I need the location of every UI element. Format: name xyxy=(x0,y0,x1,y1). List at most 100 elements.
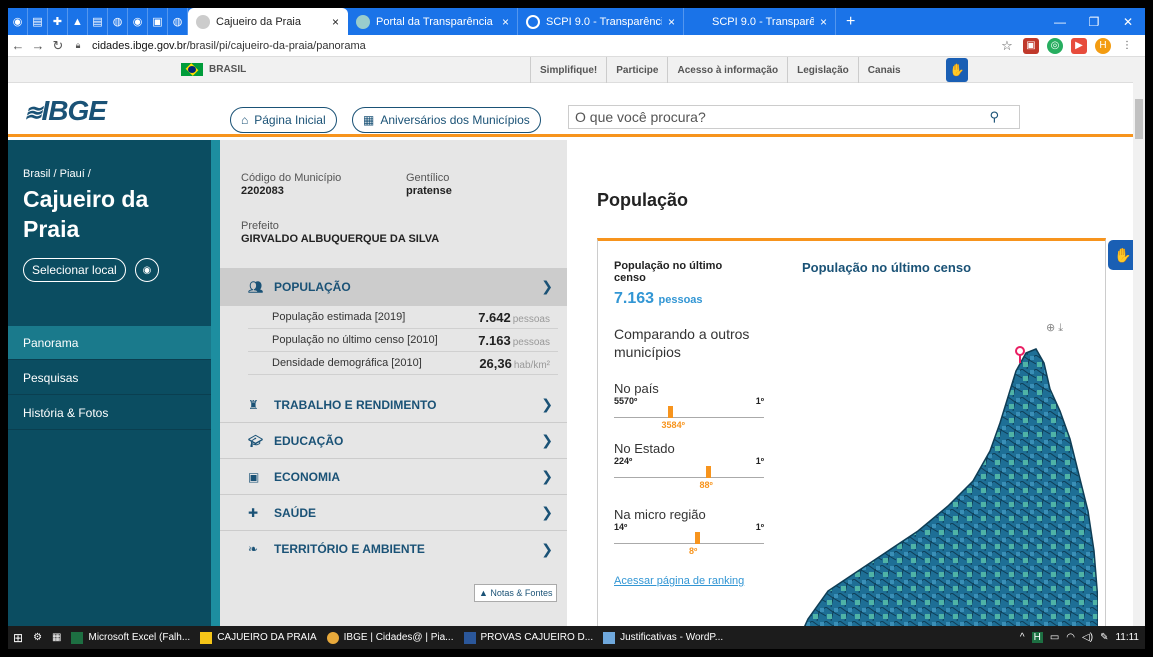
globe-icon xyxy=(196,14,210,29)
search-input[interactable]: O que você procura? ⚲ xyxy=(568,105,1020,129)
extension-green-icon[interactable]: ◎ xyxy=(1047,37,1063,54)
tab-scpi-2[interactable]: SCPI 9.0 - Transparência × xyxy=(684,8,836,35)
sidebar-item-pesquisas[interactable]: Pesquisas xyxy=(8,361,211,395)
close-window-button[interactable]: ✕ xyxy=(1111,8,1145,35)
data-row: Densidade demográfica [2010] 26,36 hab/km² xyxy=(248,352,558,375)
lock-icon[interactable]: 🔒︎ xyxy=(68,40,88,51)
download-icon[interactable]: ⤓ xyxy=(1058,322,1063,334)
pinned-tab-image[interactable]: ▣ xyxy=(148,8,168,35)
taskbar-item-chrome[interactable]: IBGE | Cidades@ | Pia... xyxy=(322,626,459,649)
pinned-tab-globe[interactable]: ◍ xyxy=(108,8,128,35)
gov-link-acesso[interactable]: Acesso à informação xyxy=(667,57,787,83)
tab-portal[interactable]: Portal da Transparência - × xyxy=(348,8,518,35)
url-field[interactable]: cidades.ibge.gov.br/brasil/pi/cajueiro-d… xyxy=(88,40,999,52)
tab-scpi-1[interactable]: SCPI 9.0 - Transparência × xyxy=(518,8,684,35)
sign-language-icon[interactable]: ✋ xyxy=(946,58,968,82)
piaui-map[interactable] xyxy=(798,341,1098,641)
close-icon[interactable]: × xyxy=(332,15,339,29)
brasil-link[interactable]: BRASIL xyxy=(181,63,246,76)
close-icon[interactable]: × xyxy=(668,15,675,29)
ranking-state: No Estado 224º 1º 88º xyxy=(614,441,764,490)
tray-app-icon[interactable]: H xyxy=(1031,632,1043,643)
chevron-right-icon: ❯ xyxy=(541,468,553,484)
settings-icon[interactable]: ⚙ xyxy=(28,626,47,649)
data-row: População estimada [2019] 7.642 pessoas xyxy=(248,306,558,329)
category-educacao[interactable]: 🎓︎ EDUCAÇÃO ❯ xyxy=(220,423,567,459)
tab-cajueiro[interactable]: Cajueiro da Praia × xyxy=(188,8,348,35)
search-icon[interactable]: ⚲ xyxy=(989,109,999,125)
restore-button[interactable]: ❐ xyxy=(1077,8,1111,35)
category-populacao[interactable]: 👥︎ POPULAÇÃO ❯ xyxy=(220,268,567,306)
category-territorio[interactable]: ❧ TERRITÓRIO E AMBIENTE ❯ xyxy=(220,531,567,567)
sidebar-item-panorama[interactable]: Panorama xyxy=(8,326,211,360)
gov-bar: BRASIL Simplifique! Participe Acesso à i… xyxy=(8,57,1133,83)
wifi-icon[interactable]: ◠ xyxy=(1066,632,1075,643)
taskbar-item-folder[interactable]: CAJUEIRO DA PRAIA xyxy=(195,626,321,649)
pinned-tab-sheets[interactable]: ✚ xyxy=(48,8,68,35)
chevron-up-icon[interactable]: ^ xyxy=(1020,632,1025,643)
reload-button[interactable]: ↻ xyxy=(48,38,68,54)
extensions: ☆ ▣ ◎ ▶ H ⋮ xyxy=(999,37,1145,54)
rank-marker xyxy=(705,466,711,478)
star-icon[interactable]: ☆ xyxy=(999,38,1015,54)
anniversary-button[interactable]: ▦ Aniversários dos Municípios xyxy=(352,107,541,133)
pinned-tab-docs[interactable]: ▤ xyxy=(28,8,48,35)
money-icon: ▣ xyxy=(248,469,260,484)
address-bar: ← → ↻ 🔒︎ cidades.ibge.gov.br/brasil/pi/c… xyxy=(8,35,1145,57)
breadcrumb[interactable]: Brasil / Piauí / xyxy=(23,168,91,180)
url-domain: cidades.ibge.gov.br xyxy=(92,39,187,52)
gov-link-simplifique[interactable]: Simplifique! xyxy=(530,57,606,83)
people-icon: 👥︎ xyxy=(248,279,264,294)
minimize-button[interactable]: — xyxy=(1043,8,1077,35)
category-saude[interactable]: ✚ SAÚDE ❯ xyxy=(220,495,567,531)
category-economia[interactable]: ▣ ECONOMIA ❯ xyxy=(220,459,567,495)
close-icon[interactable]: × xyxy=(502,15,509,29)
calculator-icon[interactable]: ▦ xyxy=(47,626,66,649)
population-card: População no último censo 7.163 pessoas … xyxy=(597,238,1106,641)
sidebar-item-historia[interactable]: História & Fotos xyxy=(8,396,211,430)
gov-link-canais[interactable]: Canais xyxy=(857,57,910,83)
location-pin-icon[interactable]: ◉ xyxy=(135,258,159,282)
taskbar: ⊞ ⚙ ▦ Microsoft Excel (Falh... CAJUEIRO … xyxy=(8,626,1145,649)
volume-icon[interactable]: ◁) xyxy=(1082,632,1093,643)
home-button[interactable]: ⌂ Página Inicial xyxy=(230,107,337,133)
pinned-tab-chrome[interactable]: ◉ xyxy=(8,8,28,35)
extension-youtube-icon[interactable]: ▶ xyxy=(1071,37,1087,54)
card-value: 7.163 pessoas xyxy=(614,290,703,307)
battery-icon[interactable]: ▭ xyxy=(1050,632,1059,643)
back-button[interactable]: ← xyxy=(8,38,28,53)
blank-icon xyxy=(692,15,706,29)
map-title: População no último censo xyxy=(802,260,972,275)
pinned-tab-docs-2[interactable]: ▤ xyxy=(88,8,108,35)
close-icon[interactable]: × xyxy=(820,15,827,29)
gov-link-participe[interactable]: Participe xyxy=(606,57,667,83)
taskbar-item-word[interactable]: PROVAS CAJUEIRO D... xyxy=(459,626,599,649)
extension-pocket-icon[interactable]: ▣ xyxy=(1023,37,1039,54)
gov-link-legislacao[interactable]: Legislação xyxy=(787,57,858,83)
prefeito-label: Prefeito xyxy=(241,220,279,232)
site-header: ≋IBGE ⌂ Página Inicial ▦ Aniversários dos … xyxy=(8,83,1133,137)
scrollbar[interactable] xyxy=(1133,57,1145,626)
gentilico-value: pratense xyxy=(406,185,452,197)
notes-button[interactable]: ▲ Notas & Fontes xyxy=(474,584,558,602)
forward-button[interactable]: → xyxy=(28,38,48,53)
profile-avatar[interactable]: H xyxy=(1095,37,1111,54)
select-location-button[interactable]: Selecionar local xyxy=(23,258,126,282)
pinned-tab-drive[interactable]: ▲ xyxy=(68,8,88,35)
window-controls: — ❐ ✕ xyxy=(1043,8,1145,35)
new-tab-button[interactable]: + xyxy=(836,13,865,31)
pen-icon[interactable]: ✎ xyxy=(1100,632,1108,643)
category-trabalho[interactable]: ♜ TRABALHO E RENDIMENTO ❯ xyxy=(220,387,567,423)
taskbar-item-excel[interactable]: Microsoft Excel (Falh... xyxy=(66,626,195,649)
zoom-icon[interactable]: ⊕ xyxy=(1046,322,1055,334)
ranking-link[interactable]: Acessar página de ranking xyxy=(614,575,744,587)
scrollbar-thumb[interactable] xyxy=(1135,99,1143,139)
pinned-tab-chrome-2[interactable]: ◉ xyxy=(128,8,148,35)
menu-icon[interactable]: ⋮ xyxy=(1119,38,1135,54)
pinned-tab-circle[interactable]: ◍ xyxy=(168,8,188,35)
ibge-logo[interactable]: ≋IBGE xyxy=(24,95,107,127)
clock[interactable]: 11:11 xyxy=(1115,632,1139,643)
taskbar-item-wordpad[interactable]: Justificativas - WordP... xyxy=(598,626,728,649)
ranking-micro: Na micro região 14º 1º 8º xyxy=(614,507,764,556)
start-button[interactable]: ⊞ xyxy=(8,626,28,649)
